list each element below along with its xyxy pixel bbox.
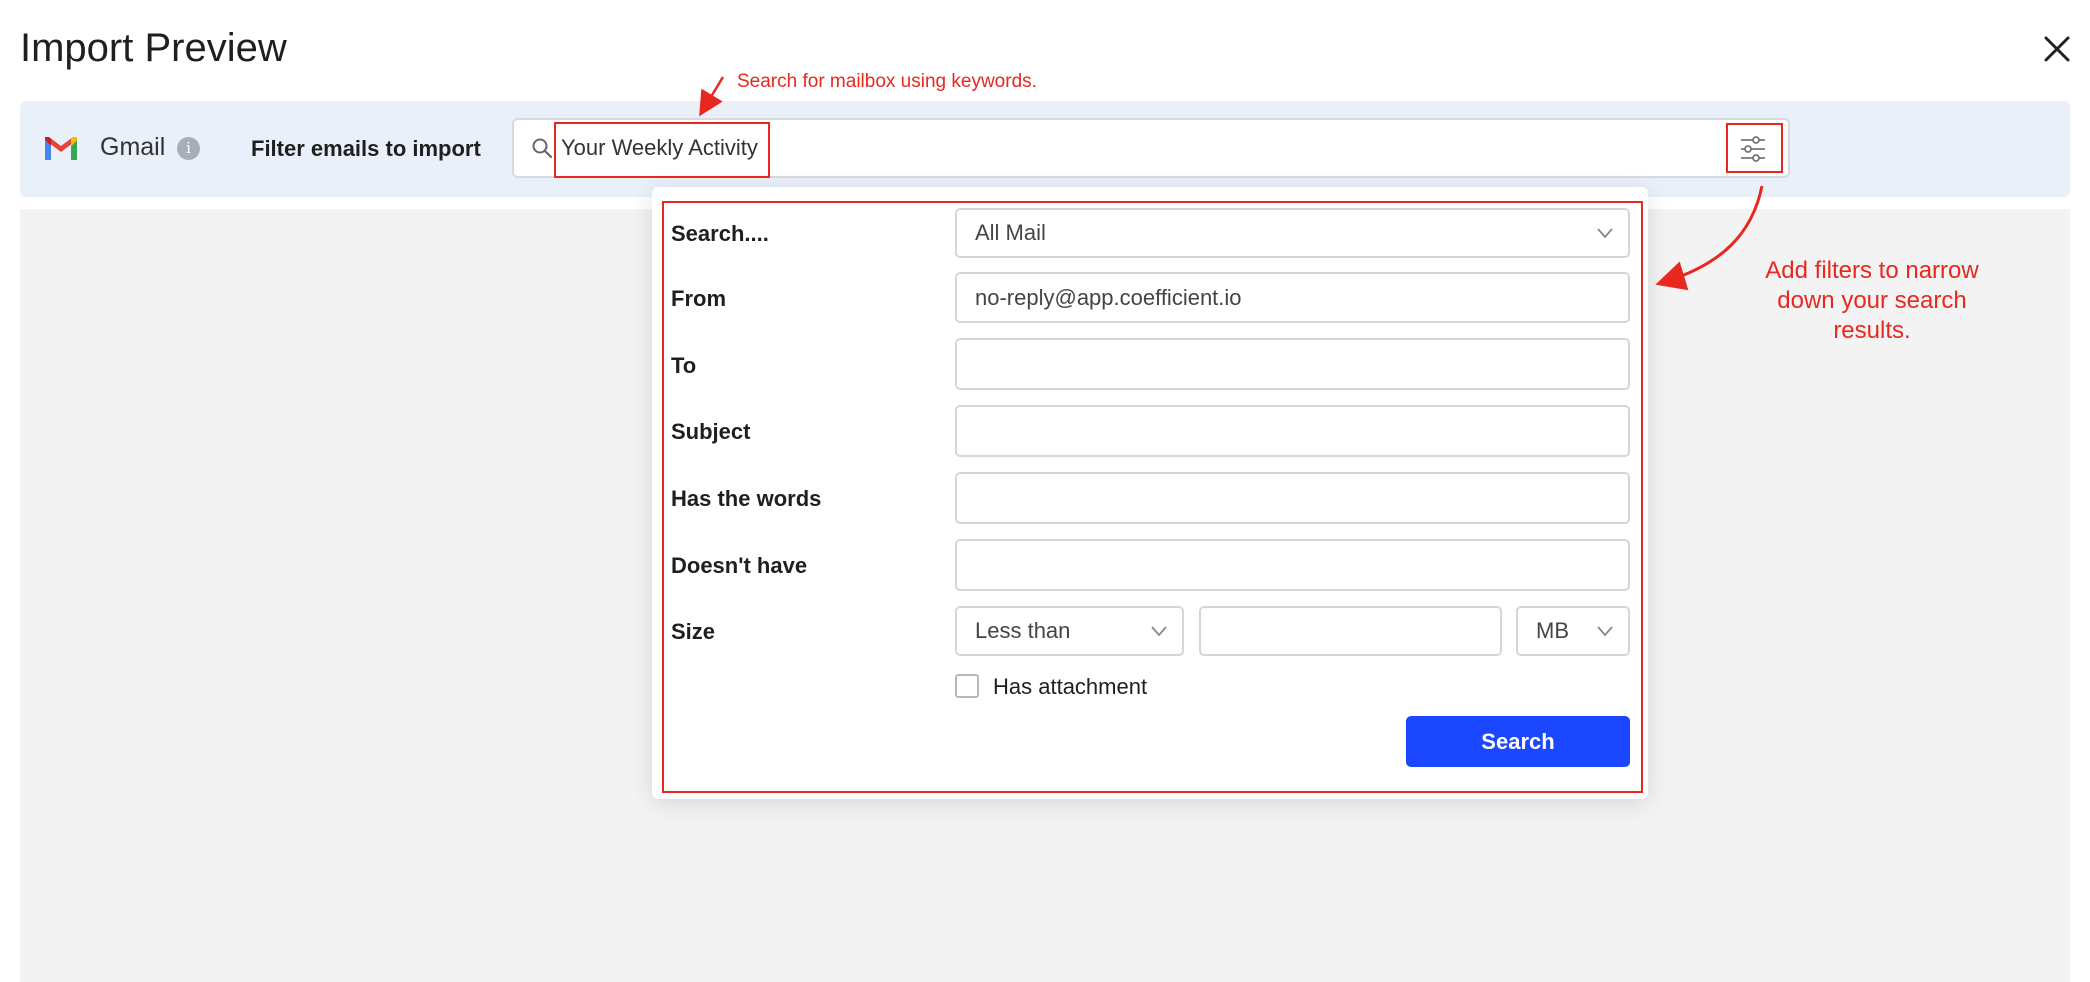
filter-hint-annotation: Add filters to narrow down your search r… xyxy=(1730,256,2014,346)
filter-panel-highlight xyxy=(662,201,1643,793)
filter-hint-line: down your search xyxy=(1777,287,1967,314)
filter-hint-line: Add filters to narrow xyxy=(1765,257,1979,284)
filter-emails-label: Filter emails to import xyxy=(251,136,481,161)
provider-name: Gmail xyxy=(100,133,166,161)
search-hint-annotation: Search for mailbox using keywords. xyxy=(737,71,1037,92)
search-value-highlight xyxy=(554,122,770,178)
info-icon[interactable]: i xyxy=(177,137,200,160)
close-icon[interactable] xyxy=(2040,32,2074,66)
page-title: Import Preview xyxy=(20,26,287,70)
search-icon xyxy=(532,138,553,159)
gmail-logo-icon xyxy=(45,137,77,160)
filter-hint-line: results. xyxy=(1833,317,1911,344)
filter-toggle-highlight xyxy=(1726,123,1783,173)
